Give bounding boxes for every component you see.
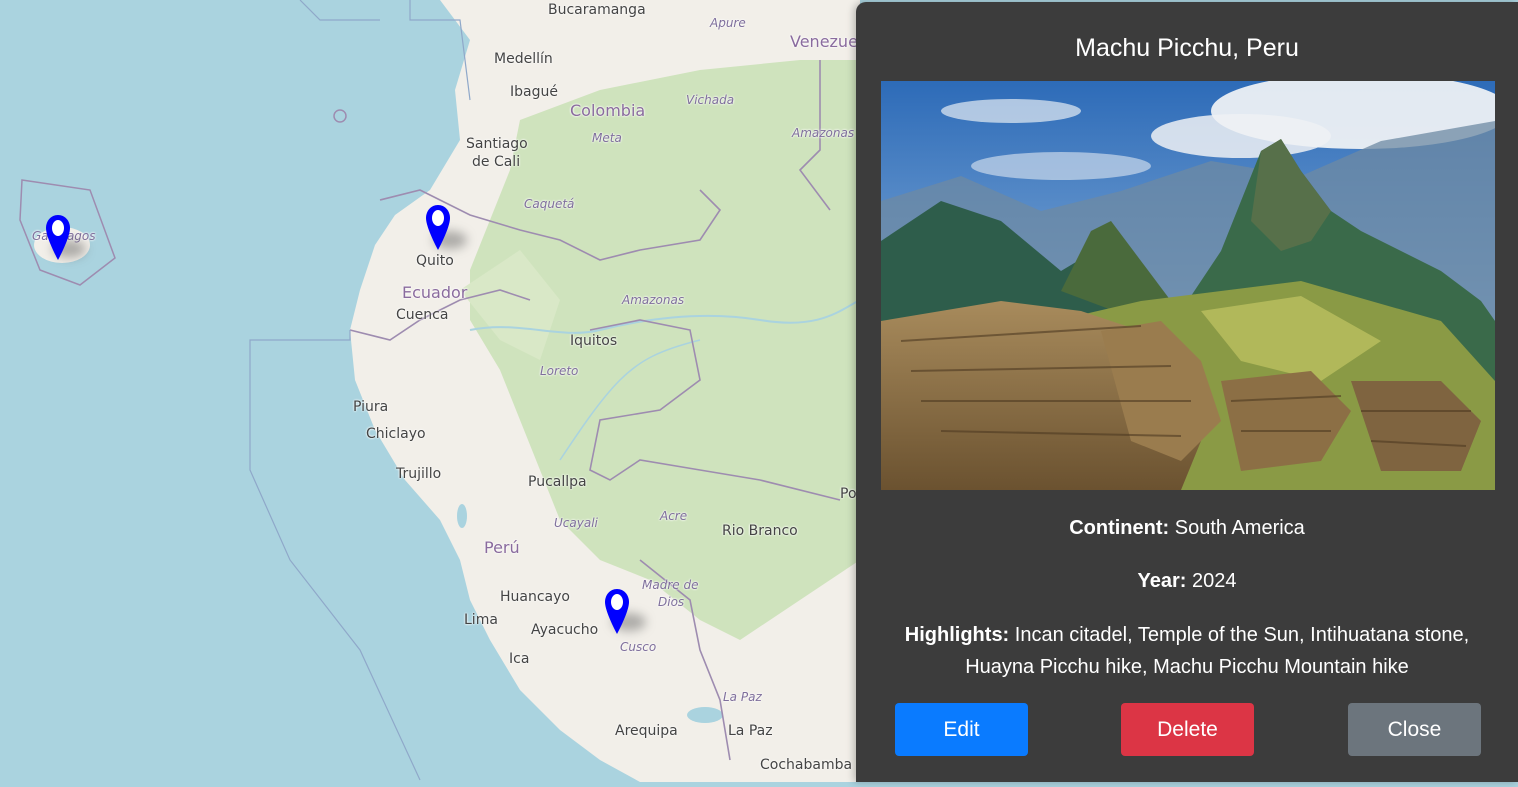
location-detail-panel: Machu Picchu, Peru Continent: South Amer… (856, 2, 1518, 782)
label-iquitos: Iquitos (570, 333, 618, 349)
highlights-value: Incan citadel, Temple of the Sun, Intihu… (965, 624, 1470, 678)
label-ibague: Ibagué (510, 84, 558, 100)
label-ucayali: Ucayali (554, 516, 598, 530)
label-caqueta: Caquetá (524, 197, 575, 211)
map-pin-icon (46, 215, 70, 260)
label-po: Po (840, 486, 857, 502)
map-pin-icon (605, 589, 629, 634)
label-lima: Lima (464, 612, 498, 628)
year-line: Year: 2024 (876, 565, 1498, 597)
map-pin-icon (426, 205, 450, 250)
label-santiago: Santiago (466, 136, 528, 152)
delete-button[interactable]: Delete (1121, 703, 1254, 756)
label-colombia: Colombia (570, 101, 646, 120)
lake (457, 504, 467, 528)
label-huancayo: Huancayo (500, 589, 570, 605)
label-loreto: Loreto (540, 364, 579, 378)
label-la-paz-city: La Paz (728, 723, 773, 739)
label-piura: Piura (353, 399, 389, 415)
label-amazonas-co: Amazonas (792, 126, 855, 140)
close-button[interactable]: Close (1348, 703, 1481, 756)
label-bucaramanga: Bucaramanga (548, 2, 646, 18)
label-vichada: Vichada (686, 93, 735, 107)
continent-value: South America (1174, 517, 1305, 539)
lake (687, 707, 723, 723)
label-dios: Dios (658, 595, 685, 609)
label-acre: Acre (660, 509, 688, 523)
label-amazonas-pe: Amazonas (622, 293, 685, 307)
label-medellin: Medellín (494, 51, 553, 67)
label-pucallpa: Pucallpa (528, 474, 587, 490)
highlights-label: Highlights: (904, 624, 1010, 646)
continent-line: Continent: South America (876, 512, 1498, 544)
location-photo (881, 81, 1495, 490)
marker-galapagos[interactable] (45, 214, 71, 262)
label-rio-branco: Rio Branco (722, 523, 798, 539)
label-de-cali: de Cali (472, 154, 521, 170)
label-apure: Apure (710, 16, 746, 30)
marker-machu-picchu[interactable] (604, 588, 630, 636)
label-ecuador: Ecuador (402, 283, 468, 302)
label-chiclayo: Chiclayo (366, 426, 426, 442)
label-cusco: Cusco (620, 640, 657, 654)
label-cuenca: Cuenca (396, 307, 449, 323)
label-quito: Quito (416, 253, 454, 269)
edit-button[interactable]: Edit (895, 703, 1028, 756)
label-trujillo: Trujillo (396, 466, 442, 482)
highlights-line: Highlights: Incan citadel, Temple of the… (876, 619, 1498, 683)
machu-picchu-photo (881, 81, 1495, 490)
panel-title: Machu Picchu, Peru (1075, 34, 1299, 62)
continent-label: Continent: (1069, 517, 1170, 539)
label-la-paz: La Paz (723, 690, 762, 704)
label-madre-de: Madre de (642, 578, 699, 592)
label-arequipa: Arequipa (615, 723, 678, 739)
label-peru: Perú (484, 538, 520, 557)
marker-quito[interactable] (425, 204, 451, 252)
label-ayacucho: Ayacucho (531, 622, 599, 638)
label-ica: Ica (509, 651, 530, 667)
label-cochabamba: Cochabamba (760, 757, 853, 773)
label-meta: Meta (592, 131, 622, 145)
year-label: Year: (1137, 570, 1187, 592)
year-value: 2024 (1192, 570, 1237, 592)
label-venezuela: Venezue (790, 32, 858, 51)
